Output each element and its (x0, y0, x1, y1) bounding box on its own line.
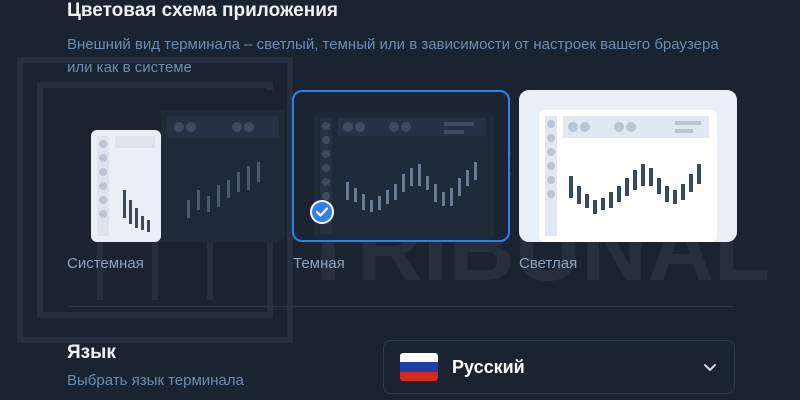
theme-option-dark[interactable] (292, 90, 510, 242)
language-select[interactable]: Русский (383, 340, 735, 394)
divider (67, 306, 734, 307)
color-scheme-title: Цветовая схема приложения (67, 0, 338, 21)
theme-label-system: Системная (67, 255, 144, 272)
system-preview-icon (91, 110, 285, 242)
theme-option-light[interactable] (519, 90, 737, 242)
theme-label-dark: Темная (293, 255, 345, 272)
language-title: Язык (67, 342, 116, 363)
chevron-down-icon[interactable] (702, 359, 718, 375)
light-preview-icon (539, 110, 717, 242)
color-scheme-description: Внешний вид терминала – светлый, темный … (67, 36, 719, 76)
theme-label-light: Светлая (519, 255, 578, 272)
selected-check-icon (310, 200, 334, 224)
russia-flag-icon (400, 353, 438, 381)
language-value: Русский (452, 356, 525, 377)
theme-option-system[interactable] (67, 90, 285, 242)
language-description: Выбрать язык терминала (67, 372, 244, 389)
